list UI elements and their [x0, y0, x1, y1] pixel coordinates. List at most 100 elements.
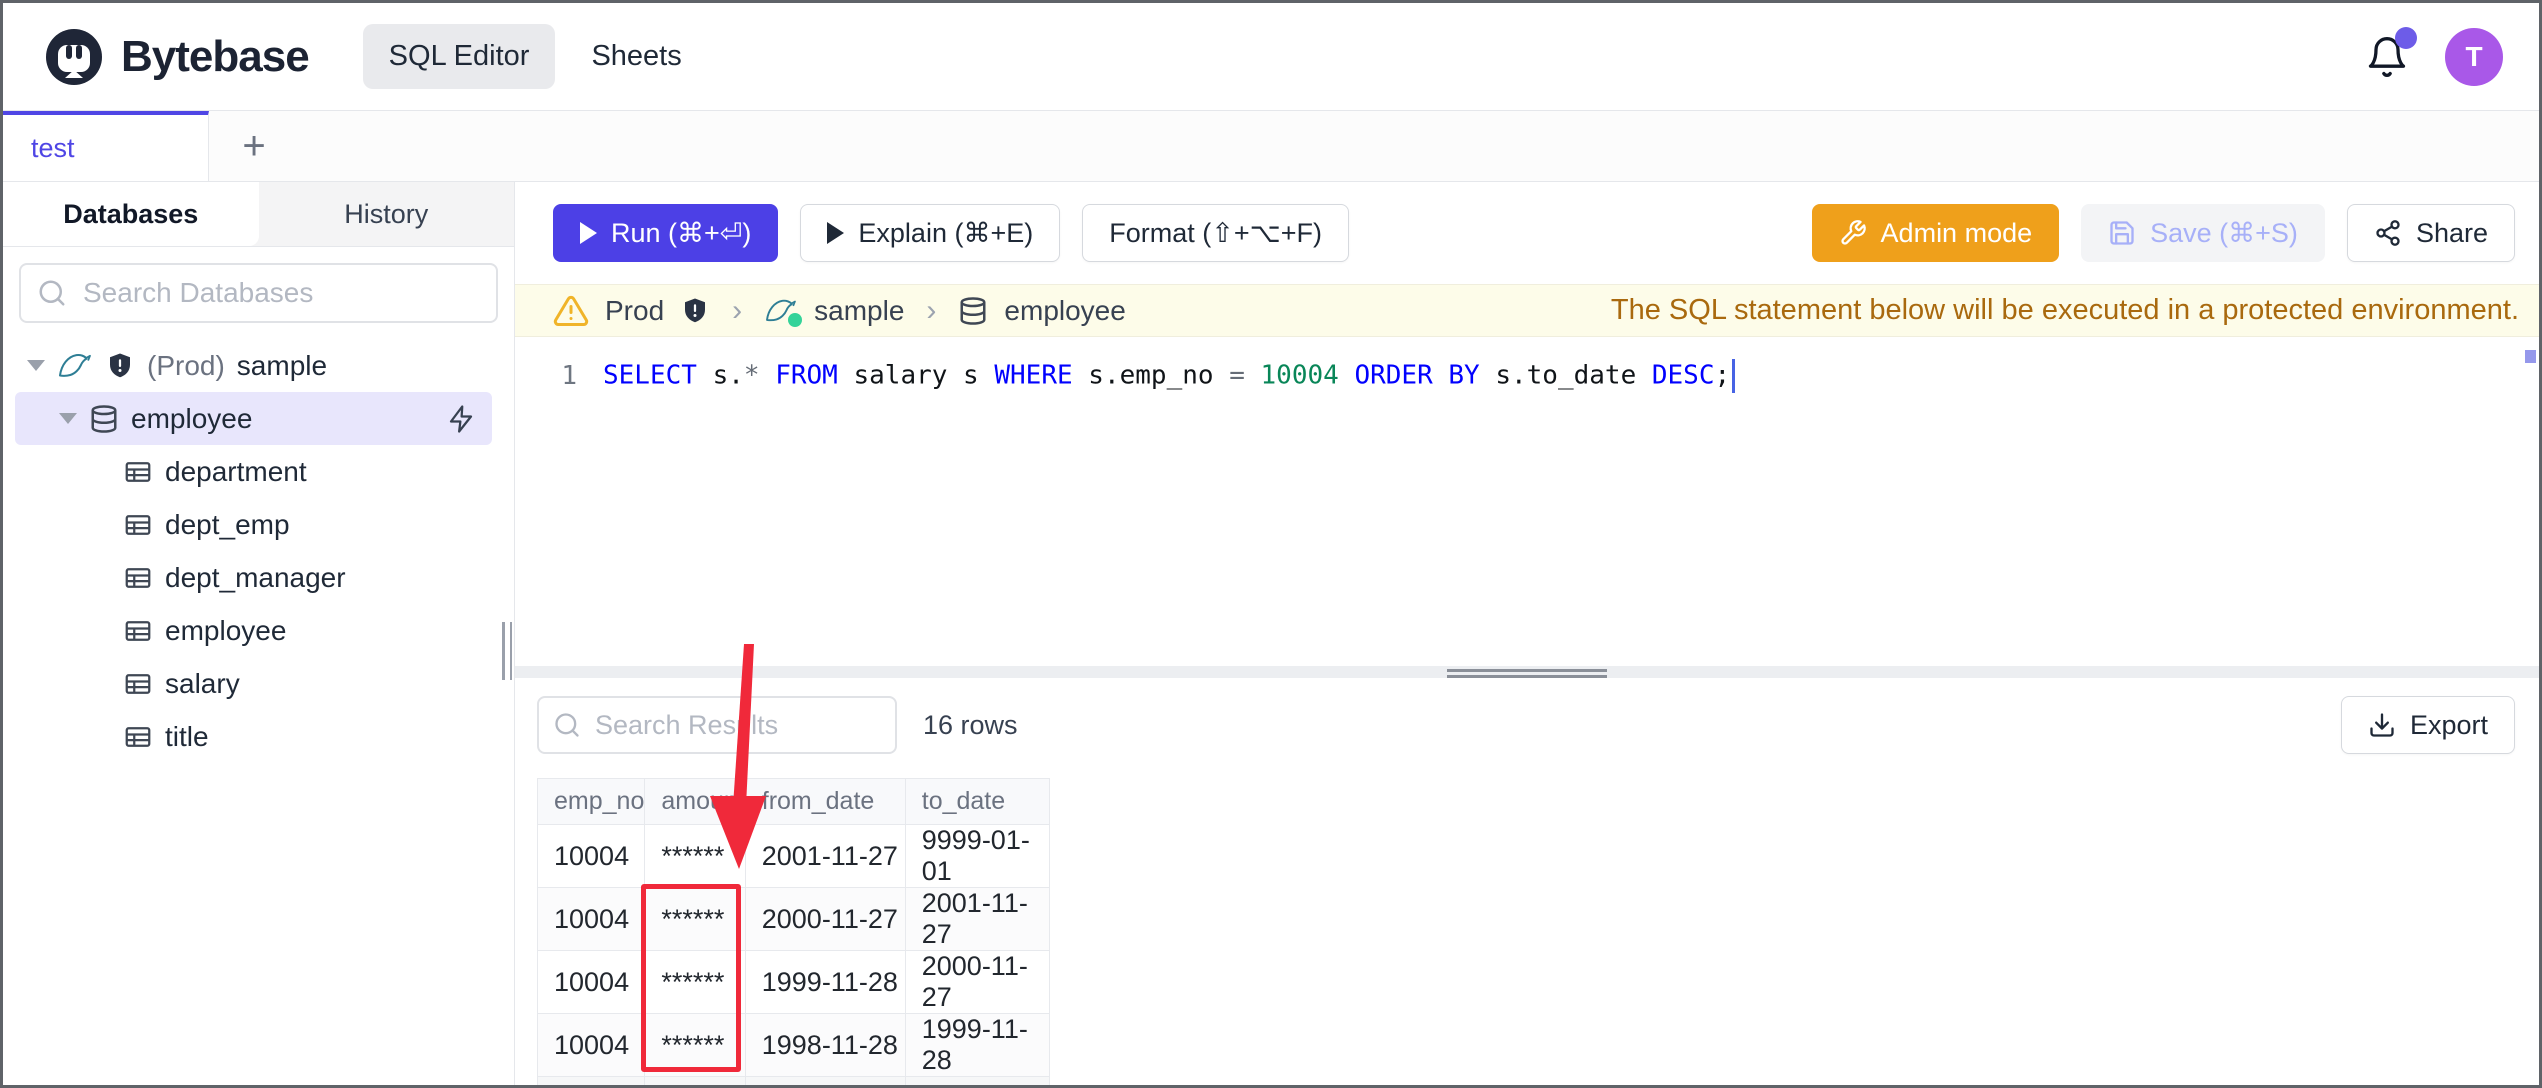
- column-header-emp-no[interactable]: emp_no: [536, 778, 646, 825]
- table-row-partial[interactable]: [536, 1076, 1050, 1085]
- cell-amount-masked: ******: [644, 824, 746, 888]
- nav-sql-editor[interactable]: SQL Editor: [362, 24, 556, 89]
- panel-resize-divider[interactable]: [515, 665, 2539, 678]
- table-icon: [123, 616, 153, 646]
- worksheet-tabstrip: test +: [3, 111, 2539, 182]
- editor-toolbar: Run (⌘+⏎) Explain (⌘+E) Format (⇧+⌥+F) A…: [515, 182, 2539, 284]
- protected-environment-bar: Prod › sample › employee The SQL stateme…: [515, 284, 2539, 338]
- tree-table-employee[interactable]: employee: [3, 604, 514, 657]
- add-worksheet-button[interactable]: +: [209, 111, 299, 181]
- database-icon: [89, 404, 119, 434]
- export-button[interactable]: Export: [2340, 696, 2515, 754]
- notification-dot: [2395, 26, 2417, 49]
- column-header-to-date[interactable]: to_date: [904, 778, 1050, 825]
- share-icon: [2374, 219, 2402, 247]
- mysql-dolphin-icon: [57, 351, 93, 381]
- cell-emp-no: 10004: [536, 950, 646, 1014]
- breadcrumb-table[interactable]: employee: [1004, 295, 1125, 327]
- sidebar-tab-databases[interactable]: Databases: [3, 182, 259, 246]
- explain-button[interactable]: Explain (⌘+E): [800, 204, 1061, 263]
- save-button[interactable]: Save (⌘+S): [2081, 204, 2325, 263]
- cell-to-date: 2000-11-27: [904, 950, 1050, 1014]
- table-name: department: [165, 455, 307, 487]
- caret-down-icon[interactable]: [59, 413, 77, 424]
- worksheet-tab-test[interactable]: test: [3, 111, 209, 181]
- cell-to-date: 9999-01-01: [904, 824, 1050, 888]
- table-icon: [123, 457, 153, 487]
- search-icon: [37, 278, 67, 308]
- tree-table-dept-manager[interactable]: dept_manager: [3, 551, 514, 604]
- table-header-row: emp_no amount from_date to_date: [536, 778, 1050, 825]
- table-icon: [123, 563, 153, 593]
- database-icon: [958, 296, 988, 326]
- save-icon: [2108, 219, 2136, 247]
- worksheet-tab-label: test: [31, 132, 75, 163]
- wrench-icon: [1839, 219, 1867, 247]
- app-window: Bytebase SQL Editor Sheets T test + Data…: [0, 0, 2542, 1088]
- table-row[interactable]: 10004 ****** 2001-11-27 9999-01-01: [536, 824, 1050, 888]
- cell-from-date: 1998-11-28: [744, 1013, 906, 1077]
- run-button[interactable]: Run (⌘+⏎): [553, 204, 779, 263]
- cell-from-date: 2001-11-27: [744, 824, 906, 888]
- cell-amount-masked: ******: [644, 950, 746, 1014]
- table-name: salary: [165, 667, 240, 699]
- sql-editor[interactable]: 1 SELECT s.* FROM salary s WHERE s.emp_n…: [515, 337, 2539, 666]
- cell-emp-no: 10004: [536, 824, 646, 888]
- cell-emp-no: 10004: [536, 1013, 646, 1077]
- share-button[interactable]: Share: [2346, 204, 2515, 263]
- table-row[interactable]: 10004 ****** 1999-11-28 2000-11-27: [536, 950, 1050, 1014]
- nav-sheets[interactable]: Sheets: [591, 40, 681, 73]
- table-name: dept_emp: [165, 508, 290, 540]
- results-search-input[interactable]: [593, 708, 881, 742]
- database-tree: (Prod) sample employee department dept_e…: [3, 339, 514, 763]
- format-button[interactable]: Format (⇧+⌥+F): [1082, 204, 1349, 263]
- play-icon: [580, 222, 597, 245]
- status-green-dot: [788, 312, 803, 327]
- tree-table-salary[interactable]: salary: [3, 657, 514, 710]
- tree-instance-row[interactable]: (Prod) sample: [3, 339, 514, 392]
- database-search-input[interactable]: [81, 276, 480, 310]
- cell-amount-masked: ******: [644, 887, 746, 951]
- download-icon: [2368, 711, 2396, 739]
- results-search[interactable]: [537, 696, 897, 754]
- column-header-from-date[interactable]: from_date: [744, 778, 906, 825]
- sidebar-resize-handle[interactable]: [502, 622, 512, 680]
- sql-statement: SELECT s.* FROM salary s WHERE s.emp_no …: [603, 359, 1736, 394]
- lightning-icon[interactable]: [446, 404, 476, 434]
- tree-table-dept-emp[interactable]: dept_emp: [3, 498, 514, 551]
- drag-grip-icon: [1447, 668, 1607, 678]
- avatar[interactable]: T: [2445, 27, 2503, 86]
- table-row[interactable]: 10004 ****** 2000-11-27 2001-11-27: [536, 887, 1050, 951]
- column-header-amount[interactable]: amount: [644, 778, 746, 825]
- top-bar: Bytebase SQL Editor Sheets T: [3, 3, 2539, 111]
- tree-table-department[interactable]: department: [3, 445, 514, 498]
- breadcrumb-database[interactable]: sample: [814, 295, 904, 327]
- warning-triangle-icon: [553, 293, 589, 329]
- chevron-right-icon: ›: [926, 293, 937, 327]
- cell-from-date: 1999-11-28: [744, 950, 906, 1014]
- mysql-dolphin-icon: [764, 297, 803, 327]
- shield-alert-icon: [680, 296, 710, 326]
- admin-mode-button[interactable]: Admin mode: [1811, 204, 2060, 263]
- tree-database-row-selected[interactable]: employee: [15, 392, 492, 445]
- main-panel: Run (⌘+⏎) Explain (⌘+E) Format (⇧+⌥+F) A…: [515, 182, 2539, 1085]
- top-nav: SQL Editor Sheets: [362, 24, 682, 89]
- table-name: dept_manager: [165, 561, 346, 593]
- line-number: 1: [561, 361, 577, 392]
- tree-table-title[interactable]: title: [3, 710, 514, 763]
- caret-down-icon[interactable]: [27, 360, 45, 371]
- minimap-cursor-marker: [2525, 350, 2536, 364]
- notifications-button[interactable]: [2365, 26, 2417, 79]
- breadcrumb-environment[interactable]: Prod: [605, 295, 664, 327]
- table-row[interactable]: 10004 ****** 1998-11-28 1999-11-28: [536, 1013, 1050, 1077]
- table-name: title: [165, 720, 209, 752]
- sql-code-line: 1 SELECT s.* FROM salary s WHERE s.emp_n…: [515, 337, 2539, 394]
- cell-emp-no: 10004: [536, 887, 646, 951]
- cell-to-date: 2001-11-27: [904, 887, 1050, 951]
- brand[interactable]: Bytebase: [43, 26, 310, 88]
- brand-name: Bytebase: [121, 31, 310, 81]
- database-search[interactable]: [19, 263, 498, 323]
- protected-environment-notice: The SQL statement below will be executed…: [1610, 294, 2519, 327]
- results-table: emp_no amount from_date to_date 10004 **…: [536, 778, 1050, 1085]
- sidebar-tab-history[interactable]: History: [259, 182, 515, 246]
